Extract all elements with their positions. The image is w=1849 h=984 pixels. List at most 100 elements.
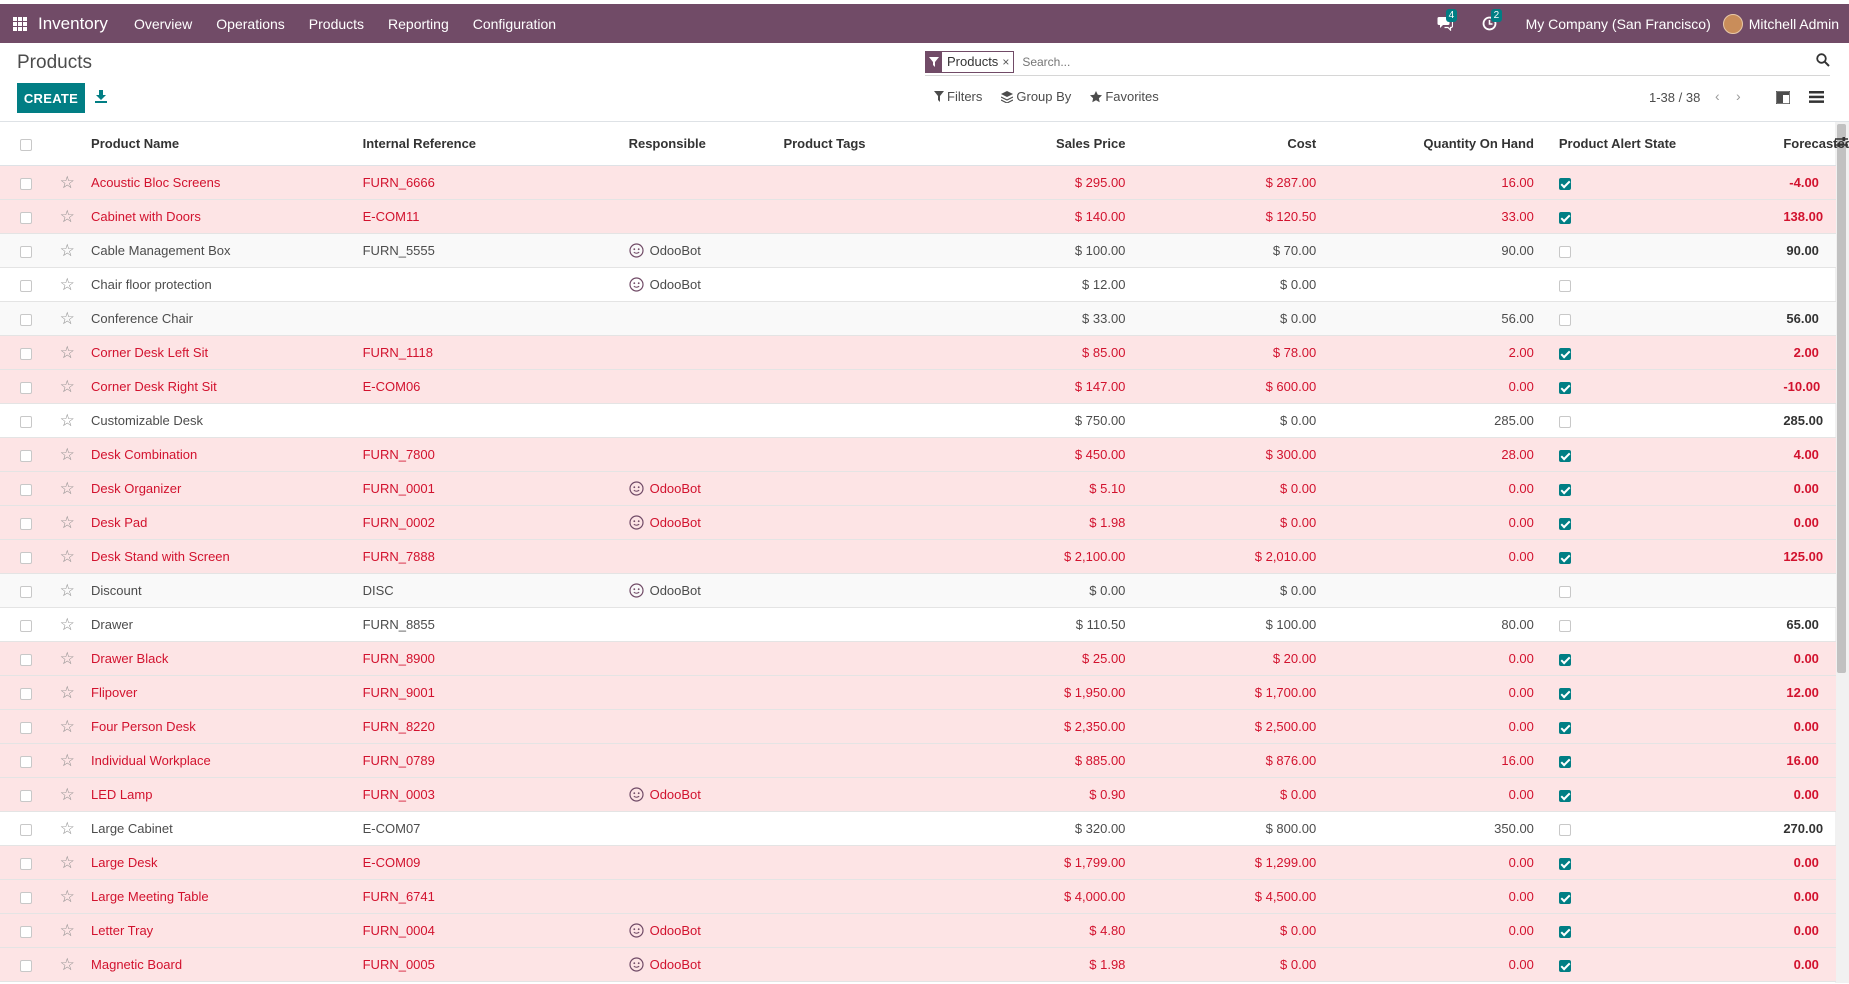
- create-button[interactable]: CREATE: [17, 83, 85, 113]
- cost-cell[interactable]: $ 0.00: [1133, 913, 1325, 948]
- cost-cell[interactable]: $ 0.00: [1133, 267, 1325, 302]
- activities-button[interactable]: 2: [1481, 8, 1503, 33]
- forecasted-quantity-cell[interactable]: 56.00: [1775, 301, 1827, 336]
- alert-state-cell[interactable]: [1550, 573, 1776, 608]
- forecasted-quantity-cell[interactable]: 0.00: [1775, 777, 1827, 812]
- product-tags-cell[interactable]: [775, 471, 967, 506]
- internal-reference-cell[interactable]: FURN_8900: [354, 641, 621, 676]
- cost-cell[interactable]: $ 20.00: [1133, 641, 1325, 676]
- page-title[interactable]: Products: [17, 52, 92, 74]
- sales-price-cell[interactable]: $ 0.90: [966, 777, 1134, 812]
- row-select-checkbox[interactable]: [0, 267, 52, 302]
- col-quantity-on-hand[interactable]: Quantity On Hand: [1324, 122, 1542, 166]
- table-row[interactable]: ☆ Desk Pad FURN_0002 OdooBot $ 1.98 $ 0.…: [0, 505, 1836, 540]
- quantity-on-hand-cell[interactable]: 90.00: [1324, 233, 1542, 268]
- col-internal-reference[interactable]: Internal Reference: [354, 122, 621, 166]
- sales-price-cell[interactable]: $ 33.00: [966, 301, 1134, 336]
- table-row[interactable]: ☆ Desk Stand with Screen FURN_7888 $ 2,1…: [0, 539, 1836, 574]
- responsible-col-cell[interactable]: OdooBot: [620, 913, 776, 948]
- forecasted-quantity-cell[interactable]: 138.00: [1775, 199, 1827, 234]
- alert-state-cell[interactable]: [1550, 369, 1776, 404]
- messages-button[interactable]: 4: [1436, 8, 1458, 33]
- alert-state-cell[interactable]: [1550, 403, 1776, 438]
- quantity-on-hand-cell[interactable]: 0.00: [1324, 369, 1542, 404]
- forecasted-quantity-cell[interactable]: 0.00: [1775, 709, 1827, 744]
- product-tags-cell[interactable]: [775, 199, 967, 234]
- responsible-col-cell[interactable]: [620, 539, 776, 574]
- row-select-checkbox[interactable]: [0, 437, 52, 472]
- row-select-checkbox[interactable]: [0, 777, 52, 812]
- star-outline-icon[interactable]: ☆: [51, 437, 84, 472]
- internal-reference-cell[interactable]: E-COM11: [354, 199, 621, 234]
- responsible-col-cell[interactable]: [620, 437, 776, 472]
- forecasted-quantity-cell[interactable]: 270.00: [1775, 811, 1827, 846]
- internal-reference-cell[interactable]: [354, 267, 621, 302]
- product-tags-cell[interactable]: [775, 539, 967, 574]
- table-row[interactable]: ☆ Flipover FURN_9001 $ 1,950.00 $ 1,700.…: [0, 675, 1836, 710]
- product-name-cell[interactable]: Corner Desk Left Sit: [83, 335, 355, 370]
- product-tags-cell[interactable]: [775, 369, 967, 404]
- alert-state-cell[interactable]: [1550, 879, 1776, 914]
- table-row[interactable]: ☆ Drawer Black FURN_8900 $ 25.00 $ 20.00…: [0, 641, 1836, 676]
- sales-price-cell[interactable]: $ 85.00: [966, 335, 1134, 370]
- col-responsible[interactable]: Responsible: [620, 122, 776, 166]
- product-name-cell[interactable]: Cabinet with Doors: [83, 199, 355, 234]
- quantity-on-hand-cell[interactable]: 0.00: [1324, 913, 1542, 948]
- row-select-checkbox[interactable]: [0, 573, 52, 608]
- internal-reference-cell[interactable]: [354, 301, 621, 336]
- forecasted-quantity-cell[interactable]: 0.00: [1775, 641, 1827, 676]
- forecasted-quantity-cell[interactable]: -4.00: [1775, 165, 1827, 200]
- internal-reference-cell[interactable]: E-COM06: [354, 369, 621, 404]
- forecasted-quantity-cell[interactable]: 125.00: [1775, 539, 1827, 574]
- forecasted-quantity-cell[interactable]: 90.00: [1775, 233, 1827, 268]
- responsible-col-cell[interactable]: [620, 641, 776, 676]
- quantity-on-hand-cell[interactable]: 0.00: [1324, 845, 1542, 880]
- select-all-checkbox[interactable]: [0, 122, 52, 166]
- internal-reference-cell[interactable]: FURN_6741: [354, 879, 621, 914]
- internal-reference-cell[interactable]: FURN_8220: [354, 709, 621, 744]
- groupby-button[interactable]: Group By: [1001, 89, 1071, 104]
- row-select-checkbox[interactable]: [0, 845, 52, 880]
- row-select-checkbox[interactable]: [0, 199, 52, 234]
- table-row[interactable]: ☆ Corner Desk Right Sit E-COM06 $ 147.00…: [0, 369, 1836, 404]
- star-outline-icon[interactable]: ☆: [51, 539, 84, 574]
- internal-reference-cell[interactable]: FURN_9001: [354, 675, 621, 710]
- responsible-col-cell[interactable]: [620, 845, 776, 880]
- filters-button[interactable]: Filters: [934, 89, 982, 104]
- responsible-col-cell[interactable]: [620, 607, 776, 642]
- col-forecasted-quantity[interactable]: Forecasted Quantity: [1775, 122, 1849, 166]
- star-outline-icon[interactable]: ☆: [51, 743, 84, 778]
- product-tags-cell[interactable]: [775, 811, 967, 846]
- table-row[interactable]: ☆ Conference Chair $ 33.00 $ 0.00 56.00 …: [0, 301, 1836, 336]
- responsible-col-cell[interactable]: OdooBot: [620, 267, 776, 302]
- product-name-cell[interactable]: Four Person Desk: [83, 709, 355, 744]
- product-tags-cell[interactable]: [775, 947, 967, 982]
- user-menu[interactable]: Mitchell Admin: [1749, 16, 1839, 32]
- row-select-checkbox[interactable]: [0, 335, 52, 370]
- product-tags-cell[interactable]: [775, 845, 967, 880]
- table-row[interactable]: ☆ Cabinet with Doors E-COM11 $ 140.00 $ …: [0, 199, 1836, 234]
- product-name-cell[interactable]: Chair floor protection: [83, 267, 355, 302]
- internal-reference-cell[interactable]: DISC: [354, 573, 621, 608]
- product-name-cell[interactable]: Flipover: [83, 675, 355, 710]
- responsible-col-cell[interactable]: OdooBot: [620, 505, 776, 540]
- star-outline-icon[interactable]: ☆: [51, 233, 84, 268]
- table-row[interactable]: ☆ LED Lamp FURN_0003 OdooBot $ 0.90 $ 0.…: [0, 777, 1836, 812]
- cost-cell[interactable]: $ 0.00: [1133, 301, 1325, 336]
- sales-price-cell[interactable]: $ 885.00: [966, 743, 1134, 778]
- product-tags-cell[interactable]: [775, 709, 967, 744]
- responsible-col-cell[interactable]: [620, 301, 776, 336]
- product-name-cell[interactable]: Drawer: [83, 607, 355, 642]
- quantity-on-hand-cell[interactable]: 0.00: [1324, 641, 1542, 676]
- quantity-on-hand-cell[interactable]: 2.00: [1324, 335, 1542, 370]
- product-name-cell[interactable]: Conference Chair: [83, 301, 355, 336]
- sales-price-cell[interactable]: $ 147.00: [966, 369, 1134, 404]
- responsible-col-cell[interactable]: [620, 709, 776, 744]
- product-name-cell[interactable]: Desk Organizer: [83, 471, 355, 506]
- col-product-tags[interactable]: Product Tags: [775, 122, 967, 166]
- product-name-cell[interactable]: Large Cabinet: [83, 811, 355, 846]
- internal-reference-cell[interactable]: FURN_6666: [354, 165, 621, 200]
- forecasted-quantity-cell[interactable]: 0.00: [1775, 879, 1827, 914]
- internal-reference-cell[interactable]: FURN_7800: [354, 437, 621, 472]
- row-select-checkbox[interactable]: [0, 301, 52, 336]
